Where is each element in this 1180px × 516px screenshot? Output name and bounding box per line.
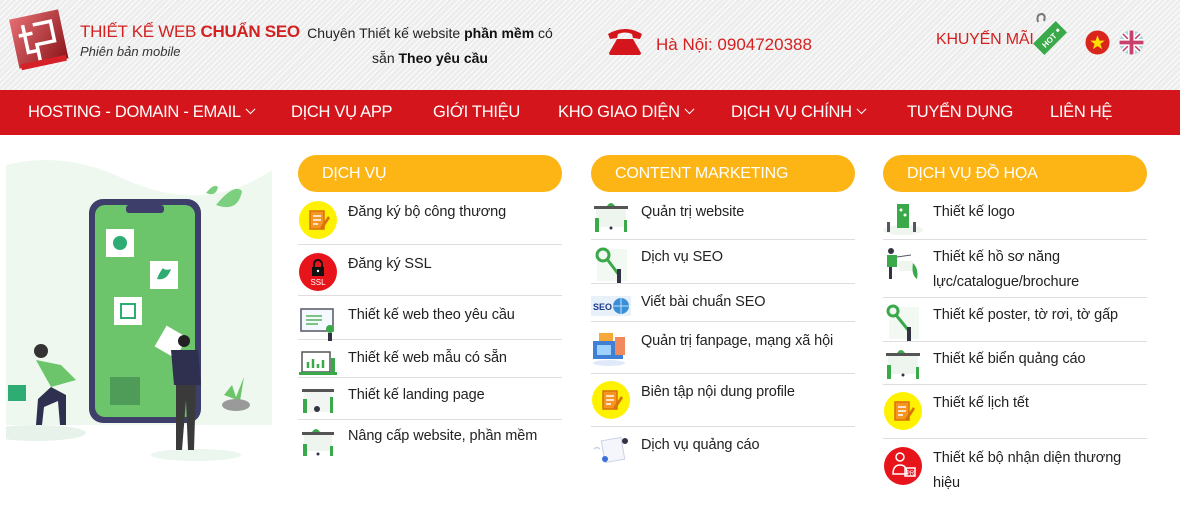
svg-text:SEO: SEO xyxy=(593,302,612,312)
brand-title[interactable]: THIẾT KẾ WEB CHUẨN SEO xyxy=(80,22,300,42)
chevron-down-icon xyxy=(856,104,867,115)
notepad-icon xyxy=(884,392,922,430)
chevron-down-icon xyxy=(245,104,256,115)
service-item[interactable]: SSL Đăng ký SSL xyxy=(298,245,562,296)
service-item[interactable]: Dịch vụ quảng cáo xyxy=(591,427,855,467)
brochure-icon xyxy=(887,248,918,279)
item-label: Thiết kế bộ nhận diện thương hiệu xyxy=(933,450,1122,491)
brand-identity-icon: PR xyxy=(884,447,922,485)
mobile-app-illustration xyxy=(6,160,272,461)
hot-tag-icon[interactable]: HOT xyxy=(1026,12,1070,58)
service-item[interactable]: Thiết kế web mẫu có sẵn xyxy=(298,340,562,378)
item-label: Đăng ký SSL xyxy=(348,256,432,272)
seo-icon xyxy=(595,247,627,283)
nav-gioi-thieu[interactable]: GIỚI THIỆU xyxy=(433,90,520,135)
svg-text:SSL: SSL xyxy=(310,278,326,287)
landing-page-icon xyxy=(302,389,334,413)
service-item[interactable]: Dịch vụ SEO xyxy=(591,240,855,284)
advertising-icon xyxy=(593,436,628,464)
nav-kho-giao-dien[interactable]: KHO GIAO DIỆN xyxy=(558,90,695,135)
service-item[interactable]: Quản trị website xyxy=(591,200,855,240)
nav-label: DỊCH VỤ CHÍNH xyxy=(731,103,852,121)
poster-icon xyxy=(886,304,919,341)
svg-text:PR: PR xyxy=(906,471,915,477)
top-header: THIẾT KẾ WEB CHUẨN SEO Phiên bản mobile … xyxy=(0,0,1180,90)
social-media-icon xyxy=(593,333,625,366)
flag-vietnam-icon[interactable] xyxy=(1085,30,1110,55)
main-nav: HOSTING - DOMAIN - EMAIL DỊCH VỤ APP GIỚ… xyxy=(0,90,1180,135)
item-label: Thiết kế hồ sơ năng lực/catalogue/brochu… xyxy=(933,249,1080,290)
web-design-icon xyxy=(300,308,334,341)
hotline-number[interactable]: Hà Nội: 0904720388 xyxy=(656,35,812,55)
nav-hosting-domain-email[interactable]: HOSTING - DOMAIN - EMAIL xyxy=(28,90,256,135)
nav-label: TUYỂN DỤNG xyxy=(907,103,1014,121)
graphic-design-column: DỊCH VỤ ĐỒ HỌA Thiết kế logo Thiết kế hồ… xyxy=(883,155,1147,499)
logo-design-icon xyxy=(883,204,923,235)
flag-uk-icon[interactable] xyxy=(1119,30,1144,55)
item-label: Dịch vụ quảng cáo xyxy=(641,437,760,453)
item-label: Thiết kế web theo yêu cầu xyxy=(348,307,515,323)
nav-dich-vu-app[interactable]: DỊCH VỤ APP xyxy=(291,90,393,135)
notepad-icon xyxy=(299,201,337,239)
item-label: Quản trị fanpage, mạng xã hội xyxy=(641,333,834,349)
service-item[interactable]: SEO Viết bài chuẩn SEO xyxy=(591,284,855,322)
tagline-text: Chuyên Thiết kế website xyxy=(307,25,465,41)
item-label: Thiết kế web mẫu có sẵn xyxy=(348,350,507,366)
website-admin-icon xyxy=(594,203,628,232)
item-label: Thiết kế biển quảng cáo xyxy=(933,351,1086,367)
item-label: Thiết kế poster, tờ rơi, tờ gấp xyxy=(933,307,1119,323)
nav-label: DỊCH VỤ APP xyxy=(291,103,393,121)
service-item[interactable]: Thiết kế logo xyxy=(883,200,1147,240)
service-item[interactable]: Thiết kế poster, tờ rơi, tờ gấp xyxy=(883,298,1147,342)
promo-link[interactable]: KHUYẾN MÃI xyxy=(936,31,1034,49)
service-item[interactable]: Thiết kế biển quảng cáo xyxy=(883,342,1147,385)
service-item[interactable]: Thiết kế landing page xyxy=(298,378,562,420)
tagline-bold: Theo yêu cầu xyxy=(398,50,488,66)
item-label: Thiết kế lịch tết xyxy=(933,395,1029,411)
service-item[interactable]: Thiết kế hồ sơ năng lực/catalogue/brochu… xyxy=(883,240,1147,298)
company-logo-icon[interactable] xyxy=(6,8,72,72)
item-label: Biên tập nội dung profile xyxy=(641,384,795,400)
item-label: Viết bài chuẩn SEO xyxy=(641,294,766,310)
nav-lien-he[interactable]: LIÊN HỆ xyxy=(1050,90,1112,135)
service-item[interactable]: Biên tập nội dung profile xyxy=(591,374,855,427)
nav-label: GIỚI THIỆU xyxy=(433,103,520,121)
tagline: Chuyên Thiết kế website phần mềm có sẵn … xyxy=(296,21,564,71)
nav-dich-vu-chinh[interactable]: DỊCH VỤ CHÍNH xyxy=(731,90,867,135)
item-label: Đăng ký bộ công thương xyxy=(348,204,507,220)
item-label: Thiết kế landing page xyxy=(348,387,485,403)
service-item[interactable]: Quản trị fanpage, mạng xã hội xyxy=(591,322,855,374)
column-header: DỊCH VỤ ĐỒ HỌA xyxy=(883,155,1147,192)
item-label: Thiết kế logo xyxy=(933,204,1015,220)
service-item[interactable]: PR Thiết kế bộ nhận diện thương hiệu xyxy=(883,439,1147,499)
service-item[interactable]: Thiết kế lịch tết xyxy=(883,385,1147,439)
brand-title-bold: CHUẨN SEO xyxy=(200,22,300,41)
item-label: Dịch vụ SEO xyxy=(641,249,723,265)
service-item[interactable]: Đăng ký bộ công thương xyxy=(298,200,562,245)
phone-icon xyxy=(608,29,642,55)
nav-tuyen-dung[interactable]: TUYỂN DỤNG xyxy=(907,90,1013,135)
service-item[interactable]: Nâng cấp website, phần mềm xyxy=(298,420,562,462)
column-header: DỊCH VỤ xyxy=(298,155,562,192)
item-label: Nâng cấp website, phần mềm xyxy=(348,428,538,444)
brand-subtitle: Phiên bản mobile xyxy=(80,44,181,59)
chevron-down-icon xyxy=(684,104,695,115)
ssl-lock-icon: SSL xyxy=(299,253,337,291)
tagline-bold: phần mềm xyxy=(464,25,535,41)
item-label: Quản trị website xyxy=(641,204,745,220)
upgrade-icon xyxy=(302,429,334,456)
notepad-icon xyxy=(592,381,630,419)
nav-label: LIÊN HỆ xyxy=(1050,103,1113,121)
content-marketing-column: CONTENT MARKETING Quản trị website Dịch … xyxy=(591,155,855,467)
services-column: DỊCH VỤ Đăng ký bộ công thương SSL Đăng … xyxy=(298,155,562,462)
column-header: CONTENT MARKETING xyxy=(591,155,855,192)
nav-label: HOSTING - DOMAIN - EMAIL xyxy=(28,103,241,121)
billboard-icon xyxy=(886,350,920,379)
service-item[interactable]: Thiết kế web theo yêu cầu xyxy=(298,296,562,341)
nav-label: KHO GIAO DIỆN xyxy=(558,103,680,121)
brand-title-regular: THIẾT KẾ WEB xyxy=(80,22,201,41)
